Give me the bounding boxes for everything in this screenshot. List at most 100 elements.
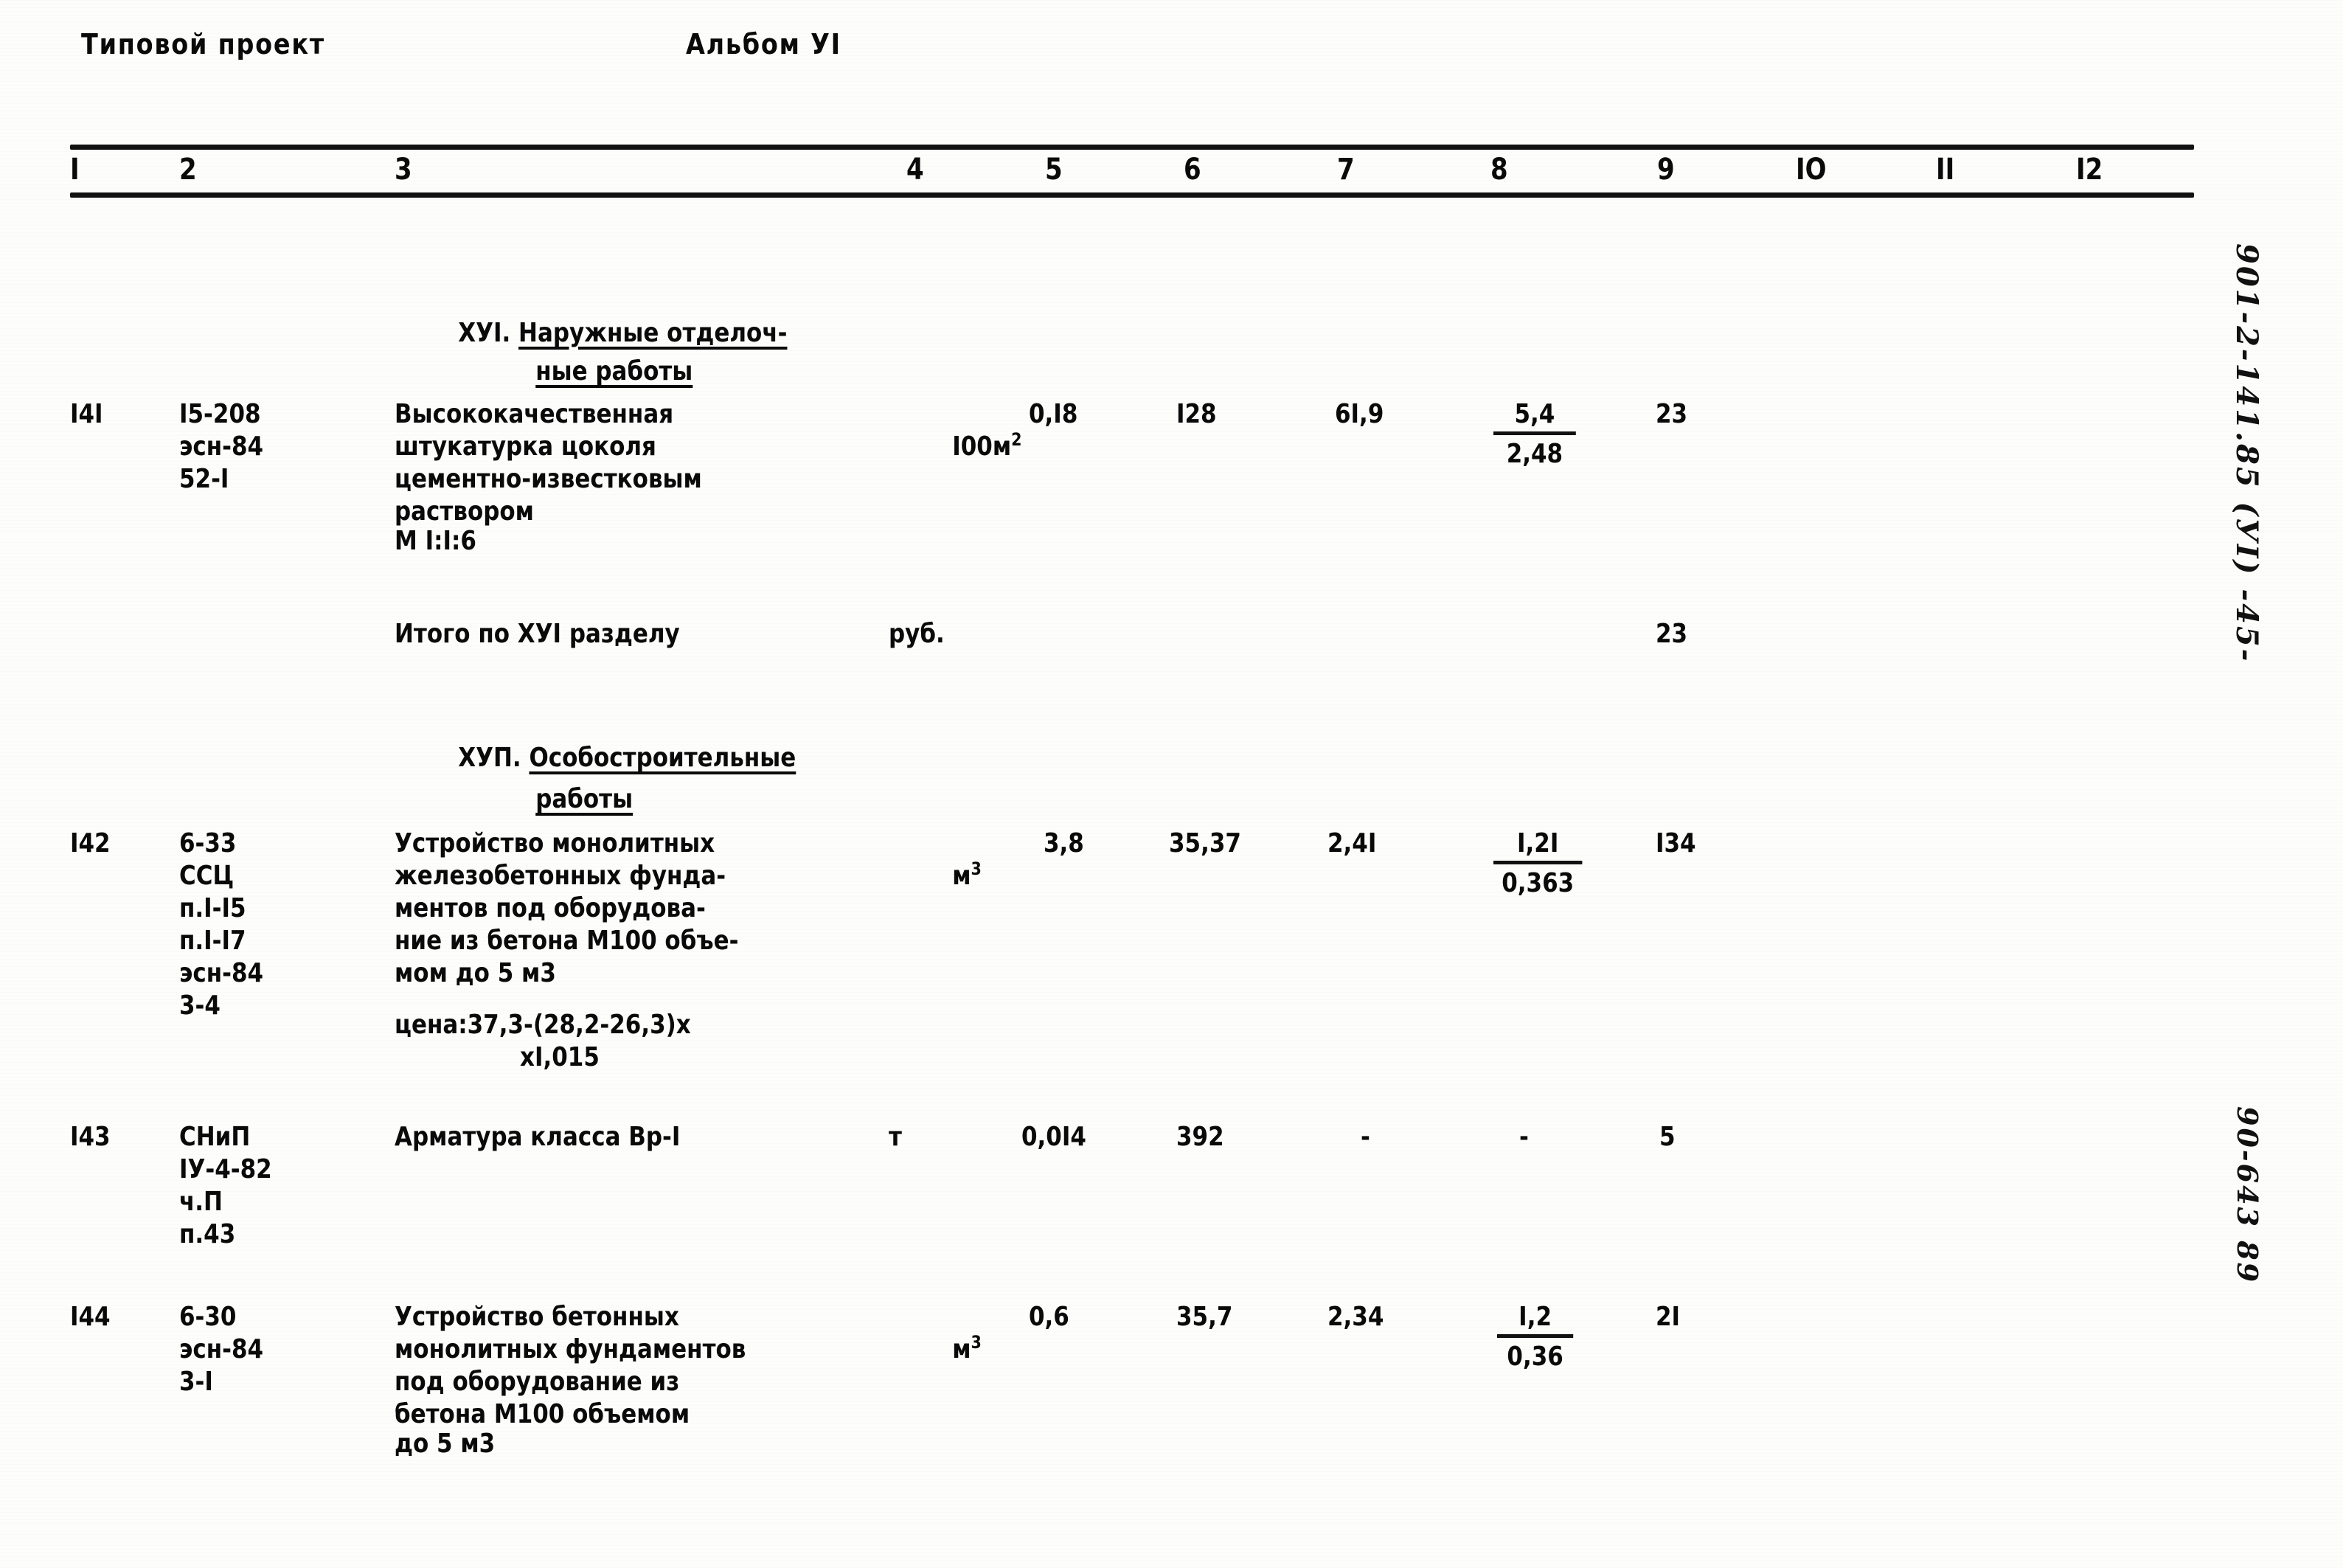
row-144-code-line1: 6-30	[179, 1302, 237, 1332]
column-number-7: 7	[1337, 153, 1355, 187]
row-143-code-line3: ч.П	[179, 1187, 223, 1217]
row-144-labor-numerator: I,2	[1497, 1301, 1574, 1338]
row-143-description-line1: Арматура класса Вр-I	[395, 1122, 681, 1152]
document-header: Типовой проект Альбом УI	[0, 28, 2343, 72]
row-144-unit-base: м	[952, 1334, 971, 1364]
row-142-description-line1: Устройство монолитных	[395, 828, 715, 858]
header-album-label: Альбом УI	[686, 28, 841, 60]
row-141-unit-price: I28	[1176, 399, 1217, 429]
row-141-description-line3: цементно-известковым	[395, 464, 702, 494]
row-142-description-line2: железобетонных фунда-	[395, 861, 726, 891]
row-142-labor-denominator: 0,363	[1502, 868, 1575, 898]
row-142-unit: м3	[889, 828, 982, 925]
column-number-3: 3	[395, 153, 412, 187]
row-143-position-number: I43	[70, 1122, 111, 1152]
margin-note-archive-stamp: 90-643 89	[2231, 1106, 2264, 1285]
section-title-xvi-line2-text: ные работы	[535, 356, 693, 386]
table-rule-under-header	[70, 192, 2194, 198]
row-144-code-line2: эсн-84	[179, 1334, 264, 1364]
row-143-labor: -	[1519, 1122, 1529, 1152]
row-144-position-number: I44	[70, 1302, 111, 1332]
row-144-description-line1: Устройство бетонных	[395, 1302, 679, 1332]
section-title-xvii-line2-text: работы	[535, 784, 634, 814]
row-total-xvi-cost: 23	[1656, 619, 1688, 649]
row-142-price-note-line1: цена:37,3-(28,2-26,3)х	[395, 1010, 691, 1040]
row-144-total-price: 2,34	[1327, 1302, 1384, 1332]
row-143-quantity: 0,0I4	[1021, 1122, 1086, 1152]
column-number-10: IO	[1796, 153, 1827, 187]
row-143-code-line2: IУ-4-82	[179, 1154, 272, 1184]
table-rule-top	[70, 145, 2194, 150]
row-144-labor-fraction: I,2 0,36	[1497, 1301, 1574, 1373]
row-141-description-line1: Высококачественная	[395, 399, 674, 429]
row-142-code-line6: 3-4	[179, 991, 221, 1021]
row-143-total-price: -	[1361, 1122, 1370, 1152]
row-141-code-line3: 52-I	[179, 464, 229, 494]
row-144-quantity: 0,6	[1029, 1302, 1069, 1332]
header-left-title: Типовой проект	[81, 28, 325, 60]
row-142-unit-base: м	[952, 861, 971, 891]
estimate-table: I 2 3 4 5 6 7 8 9 IO II I2 ХУI. Наружные…	[70, 145, 2194, 1496]
row-144-cost: 2I	[1656, 1302, 1681, 1332]
row-143-unit-price: 392	[1176, 1122, 1224, 1152]
column-number-6: 6	[1184, 153, 1201, 187]
row-144-unit-exponent: 3	[971, 1332, 982, 1353]
row-142-code-line4: п.I-I7	[179, 926, 246, 956]
row-144-description-line4: бетона М100 объемом	[395, 1399, 690, 1429]
row-144-code-line3: 3-I	[179, 1367, 213, 1397]
row-142-code-line2: ССЦ	[179, 861, 235, 891]
row-141-description-line2: штукатурка цоколя	[395, 431, 656, 462]
row-141-unit-base: I00м	[952, 431, 1012, 462]
document-page: Типовой проект Альбом УI I 2 3 4 5 6 7 8…	[0, 0, 2343, 1568]
row-141-code-line2: эсн-84	[179, 431, 264, 462]
row-142-description-line5: мом до 5 м3	[395, 958, 556, 988]
row-144-unit: м3	[889, 1301, 982, 1398]
row-142-labor-fraction: I,2I 0,363	[1493, 828, 1583, 900]
row-142-description-line4: ние из бетона М100 объе-	[395, 926, 739, 956]
column-number-1: I	[70, 153, 80, 187]
row-141-position-number: I4I	[70, 399, 103, 429]
row-142-description-line3: ментов под оборудова-	[395, 893, 706, 923]
row-141-labor-denominator: 2,48	[1506, 439, 1563, 469]
row-144-description-line2: монолитных фундаментов	[395, 1334, 746, 1364]
row-142-position-number: I42	[70, 828, 111, 858]
row-total-xvi-unit: руб.	[889, 619, 945, 649]
row-141-unit-exponent: 2	[1011, 429, 1022, 450]
row-141-description-line5: М I:I:6	[395, 526, 476, 556]
row-143-cost: 5	[1659, 1122, 1676, 1152]
column-number-9: 9	[1657, 153, 1675, 187]
row-142-unit-price: 35,37	[1169, 828, 1241, 858]
row-142-unit-exponent: 3	[971, 858, 982, 879]
row-142-code-line5: эсн-84	[179, 958, 264, 988]
row-143-unit: т	[889, 1122, 902, 1152]
row-143-code-line1: СНиП	[179, 1122, 251, 1152]
column-number-2: 2	[179, 153, 197, 187]
column-number-8: 8	[1490, 153, 1508, 187]
row-142-total-price: 2,4I	[1327, 828, 1377, 858]
table-body: ХУI. Наружные отделоч- ные работы I4I I5…	[70, 198, 2194, 1496]
row-144-unit-price: 35,7	[1176, 1302, 1233, 1332]
row-total-xvi-description: Итого по ХУI разделу	[395, 619, 680, 649]
row-142-labor-numerator: I,2I	[1493, 828, 1583, 864]
row-142-cost: I34	[1656, 828, 1696, 858]
column-number-4: 4	[906, 153, 924, 187]
column-number-5: 5	[1045, 153, 1063, 187]
row-142-price-note-line2: хI,015	[520, 1042, 600, 1072]
row-144-labor-denominator: 0,36	[1507, 1342, 1563, 1372]
column-number-11: II	[1936, 153, 1955, 187]
row-144-description-line5: до 5 м3	[395, 1429, 496, 1459]
row-141-code-line1: I5-208	[179, 399, 261, 429]
row-141-total-price: 6I,9	[1335, 399, 1384, 429]
row-141-description-line4: раствором	[395, 496, 534, 527]
row-141-quantity: 0,I8	[1029, 399, 1078, 429]
row-143-code-line4: п.43	[179, 1219, 236, 1249]
row-142-code-line3: п.I-I5	[179, 893, 246, 923]
row-142-code-line1: 6-33	[179, 828, 237, 858]
margin-note-project-code: 901-2-141.85 (УI) -45-	[2229, 243, 2264, 664]
row-141-labor-fraction: 5,4 2,48	[1493, 398, 1576, 471]
table-column-header-row: I 2 3 4 5 6 7 8 9 IO II I2	[70, 150, 2194, 192]
row-142-quantity: 3,8	[1044, 828, 1084, 858]
row-141-unit: I00м2	[889, 398, 1022, 496]
row-141-cost: 23	[1656, 399, 1688, 429]
column-number-12: I2	[2076, 153, 2103, 187]
